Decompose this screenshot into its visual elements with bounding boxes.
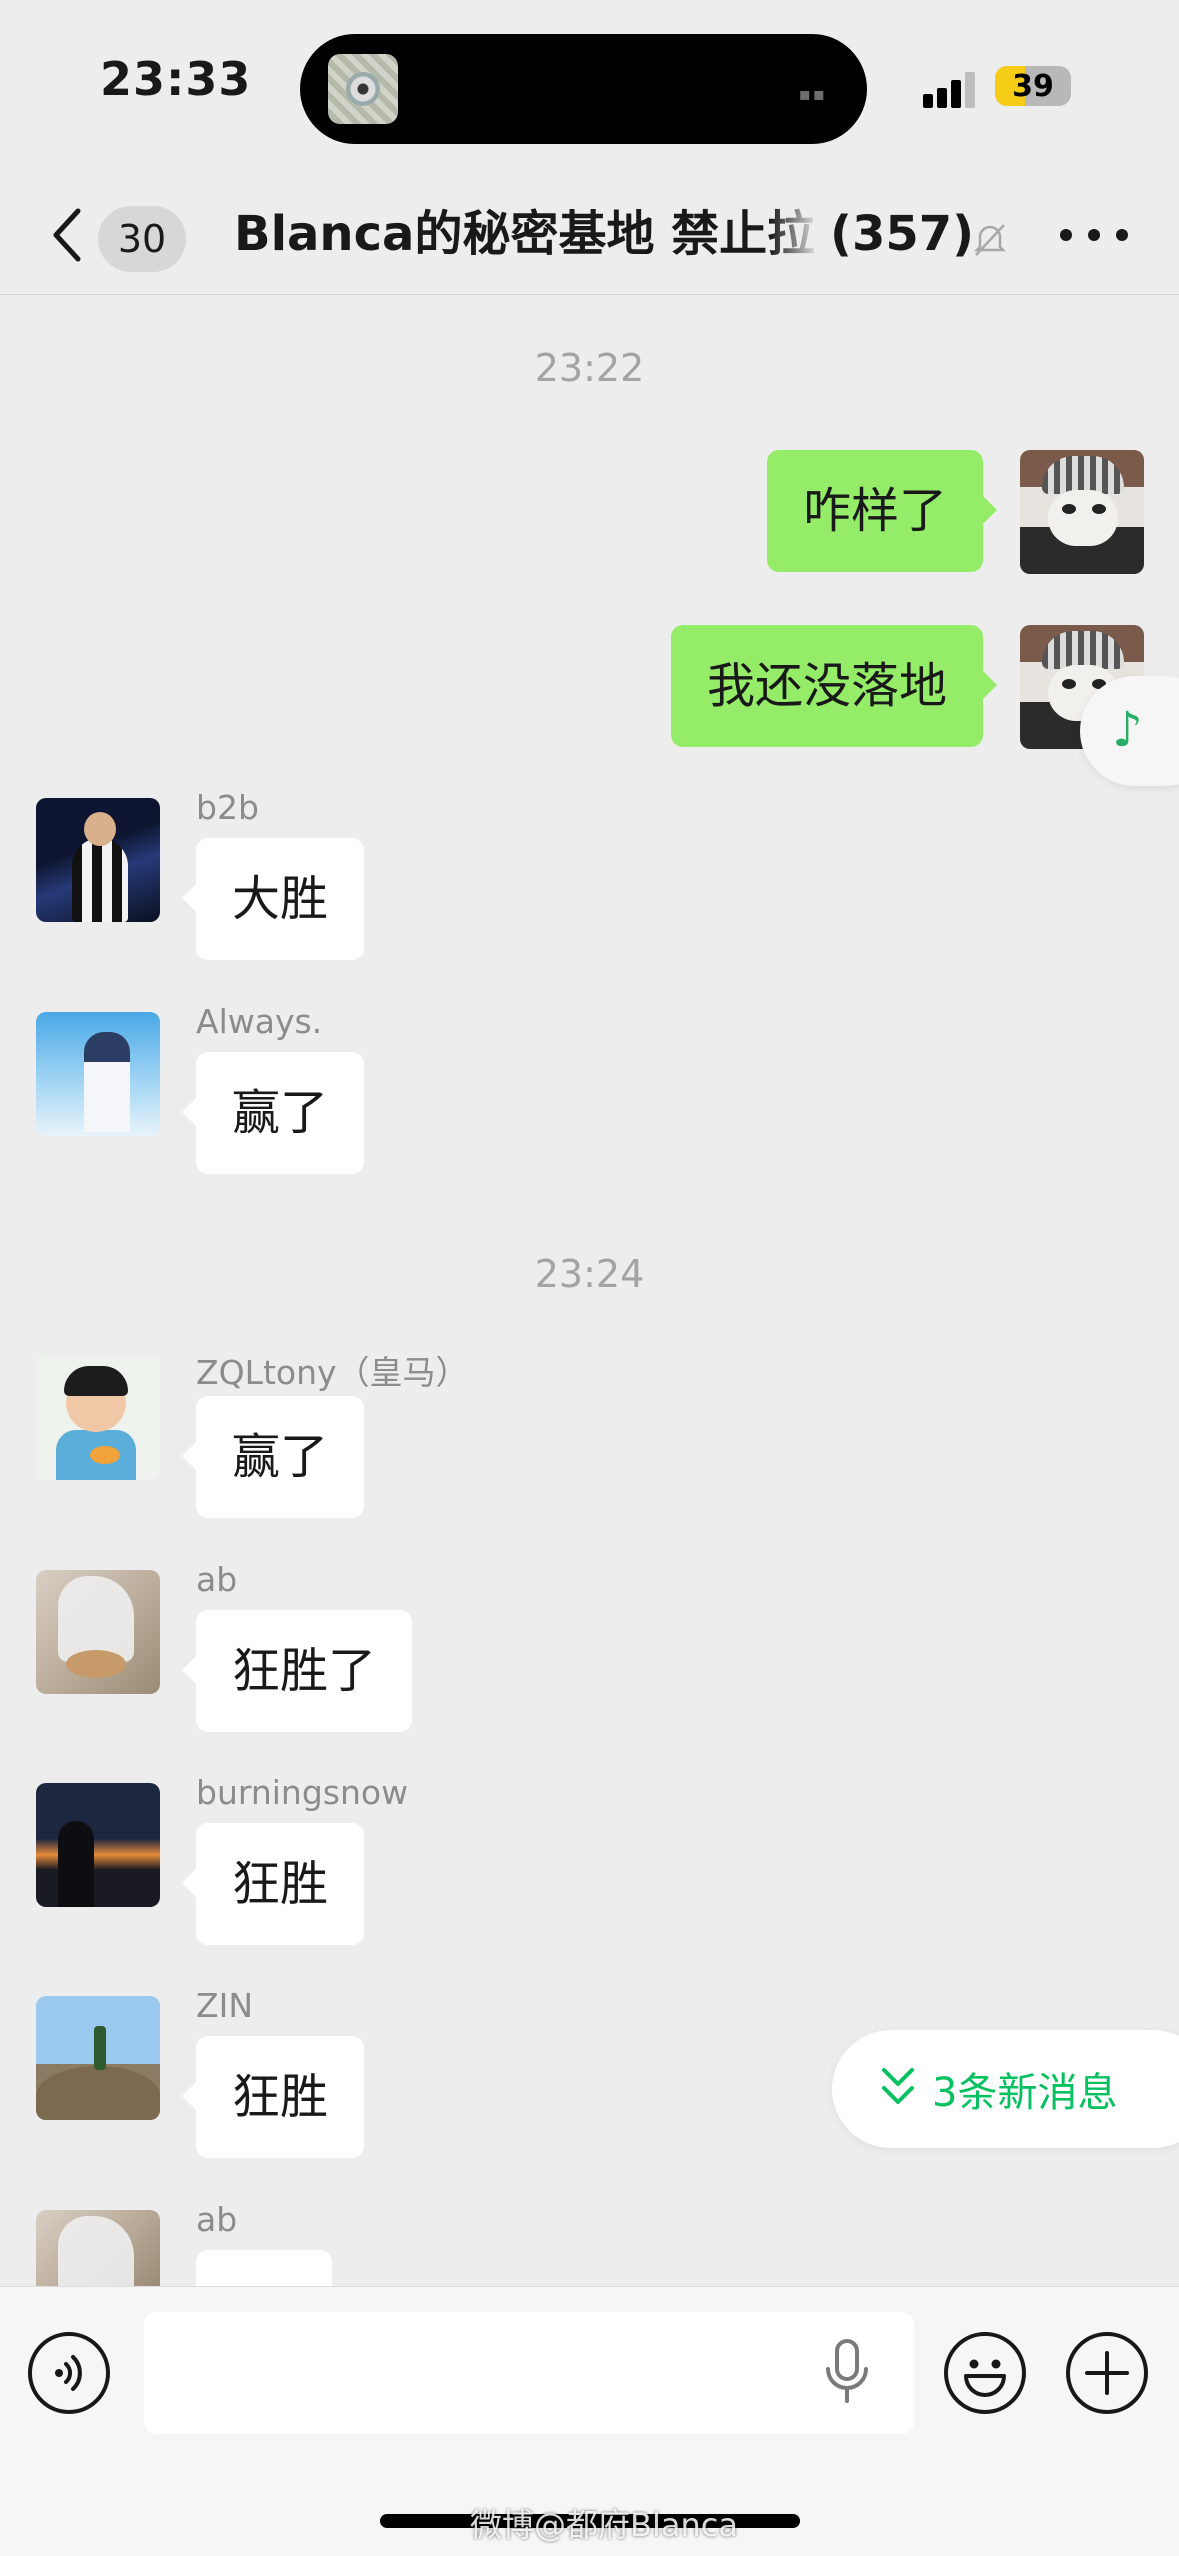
chevron-left-icon: [53, 208, 81, 262]
dynamic-island[interactable]: ▪▪: [300, 34, 867, 144]
emoji-icon: [964, 2359, 1006, 2397]
signal-icon: [923, 68, 979, 108]
watermark: 微博@都府Blanca: [470, 2506, 738, 2544]
double-chevron-down-icon: [882, 2068, 914, 2104]
message-input[interactable]: [144, 2312, 914, 2434]
voice-icon: [55, 2355, 82, 2391]
sender-name: ab: [196, 1560, 238, 1599]
sender-name: Always.: [196, 1002, 323, 1041]
status-time: 23:33: [100, 52, 252, 106]
message-timestamp: 23:24: [534, 1252, 645, 1296]
chat-header: 30 Blanca的秘密基地 禁止拉人 (357): [0, 175, 1179, 295]
audio-wave-icon: ▪▪: [798, 84, 827, 105]
sender-name: b2b: [196, 788, 259, 827]
message-timestamp: 23:22: [534, 346, 645, 390]
new-messages-button[interactable]: 3条新消息: [832, 2030, 1179, 2148]
my-avatar[interactable]: [1020, 450, 1144, 574]
now-playing-artwork: [328, 54, 398, 124]
floating-music-button[interactable]: ♪: [1080, 676, 1179, 786]
microphone-icon[interactable]: [822, 2337, 872, 2407]
sender-name: ab: [196, 2200, 238, 2239]
new-messages-label: 3条新消息: [932, 2070, 1118, 2116]
message-bubble-in[interactable]: 赢了: [181, 1052, 365, 1174]
sender-avatar[interactable]: [36, 1996, 160, 2120]
voice-button[interactable]: [28, 2332, 110, 2414]
sender-avatar[interactable]: [36, 2210, 160, 2286]
sender-avatar[interactable]: [36, 798, 160, 922]
plus-button[interactable]: [1066, 2332, 1148, 2414]
emoji-button[interactable]: [944, 2332, 1026, 2414]
message-bubble-in[interactable]: 狂胜了: [181, 1610, 413, 1732]
sender-avatar[interactable]: [36, 1783, 160, 1907]
message-bubble-in[interactable]: 赢了: [181, 1396, 365, 1518]
bell-slash-icon: [973, 224, 1007, 256]
sender-avatar[interactable]: [36, 1356, 160, 1480]
chat-title[interactable]: Blanca的秘密基地 禁止拉人: [234, 199, 814, 269]
member-count[interactable]: (357): [830, 199, 974, 269]
sender-name: ZIN: [196, 1986, 254, 2025]
more-button[interactable]: [1060, 215, 1130, 255]
back-button[interactable]: [48, 203, 88, 267]
sender-name: burningsnow: [196, 1773, 409, 1812]
plus-icon: [1085, 2351, 1129, 2395]
message-bubble-out[interactable]: 咋样了: [766, 450, 998, 572]
message-bubble-in[interactable]: 狂胜: [181, 2036, 365, 2158]
message-bubble-in[interactable]: 狂胜: [181, 1823, 365, 1945]
message-bubble-out[interactable]: 我还没落地: [670, 625, 998, 747]
battery-level: 39: [1012, 69, 1054, 104]
music-note-icon: ♪: [1112, 702, 1143, 758]
sender-name: ZQLtony（皇马）: [196, 1353, 469, 1392]
status-bar: 23:33 ▪▪ 39: [0, 0, 1179, 175]
message-bubble-in[interactable]: 大胜: [181, 838, 365, 960]
battery-icon: 39: [995, 66, 1071, 106]
sender-avatar[interactable]: [36, 1012, 160, 1136]
message-bubble-in[interactable]: [182, 2250, 332, 2326]
unread-badge[interactable]: 30: [98, 206, 186, 272]
sender-avatar[interactable]: [36, 1570, 160, 1694]
